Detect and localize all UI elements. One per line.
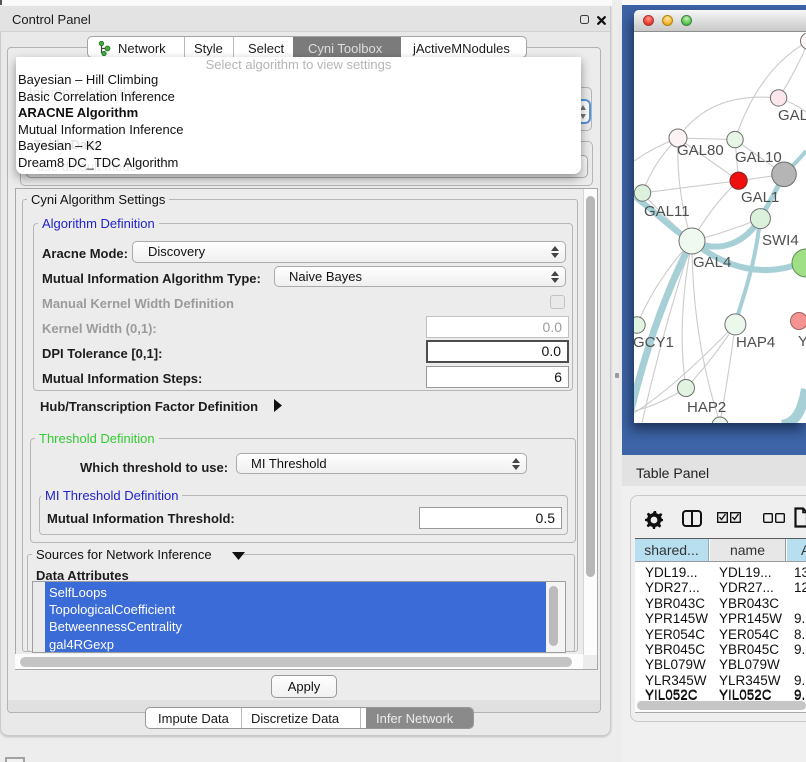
svg-text:GAL1: GAL1	[741, 189, 779, 206]
svg-text:GAL11: GAL11	[644, 203, 690, 220]
svg-text:GAL: GAL	[778, 107, 806, 124]
svg-text:GAL80: GAL80	[677, 142, 724, 159]
svg-text:Y: Y	[798, 333, 806, 350]
svg-text:GAL4: GAL4	[693, 254, 731, 271]
svg-text:HAP2: HAP2	[687, 399, 726, 416]
svg-text:GCY1: GCY1	[634, 334, 674, 351]
svg-text:SWI4: SWI4	[762, 232, 799, 249]
svg-text:GAL10: GAL10	[735, 149, 782, 166]
svg-text:HAP4: HAP4	[736, 334, 775, 351]
